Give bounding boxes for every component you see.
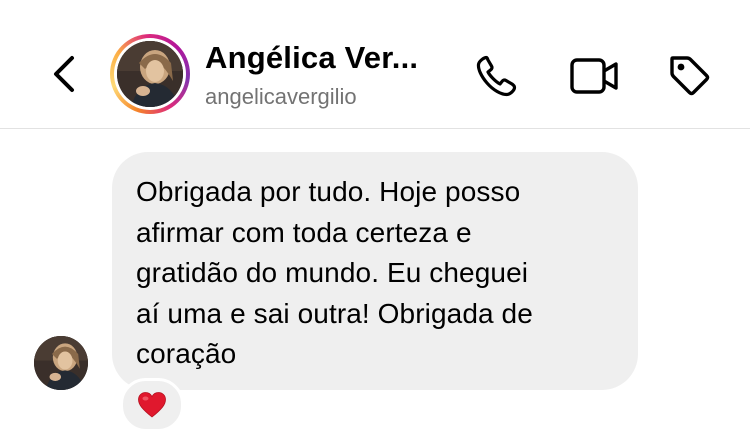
chevron-left-icon (54, 56, 74, 92)
video-camera-icon (570, 58, 618, 94)
call-button[interactable] (472, 52, 520, 100)
tag-icon (670, 56, 710, 96)
back-button[interactable] (44, 50, 84, 98)
heart-icon (138, 392, 166, 418)
sender-avatar[interactable] (34, 336, 88, 390)
contact-name[interactable]: Angélica Ver... (205, 40, 418, 76)
heart-reaction[interactable] (120, 378, 184, 432)
message-text: Obrigada por tudo. Hoje posso afirmar co… (136, 176, 533, 369)
message-bubble[interactable]: Obrigada por tudo. Hoje posso afirmar co… (112, 152, 638, 390)
header-avatar[interactable] (117, 41, 183, 107)
phone-icon (476, 55, 517, 97)
video-call-button[interactable] (569, 52, 618, 100)
tag-button[interactable] (666, 52, 714, 100)
contact-username[interactable]: angelicavergilio (205, 84, 357, 110)
chat-header: Angélica Ver... angelicavergilio (0, 0, 750, 129)
